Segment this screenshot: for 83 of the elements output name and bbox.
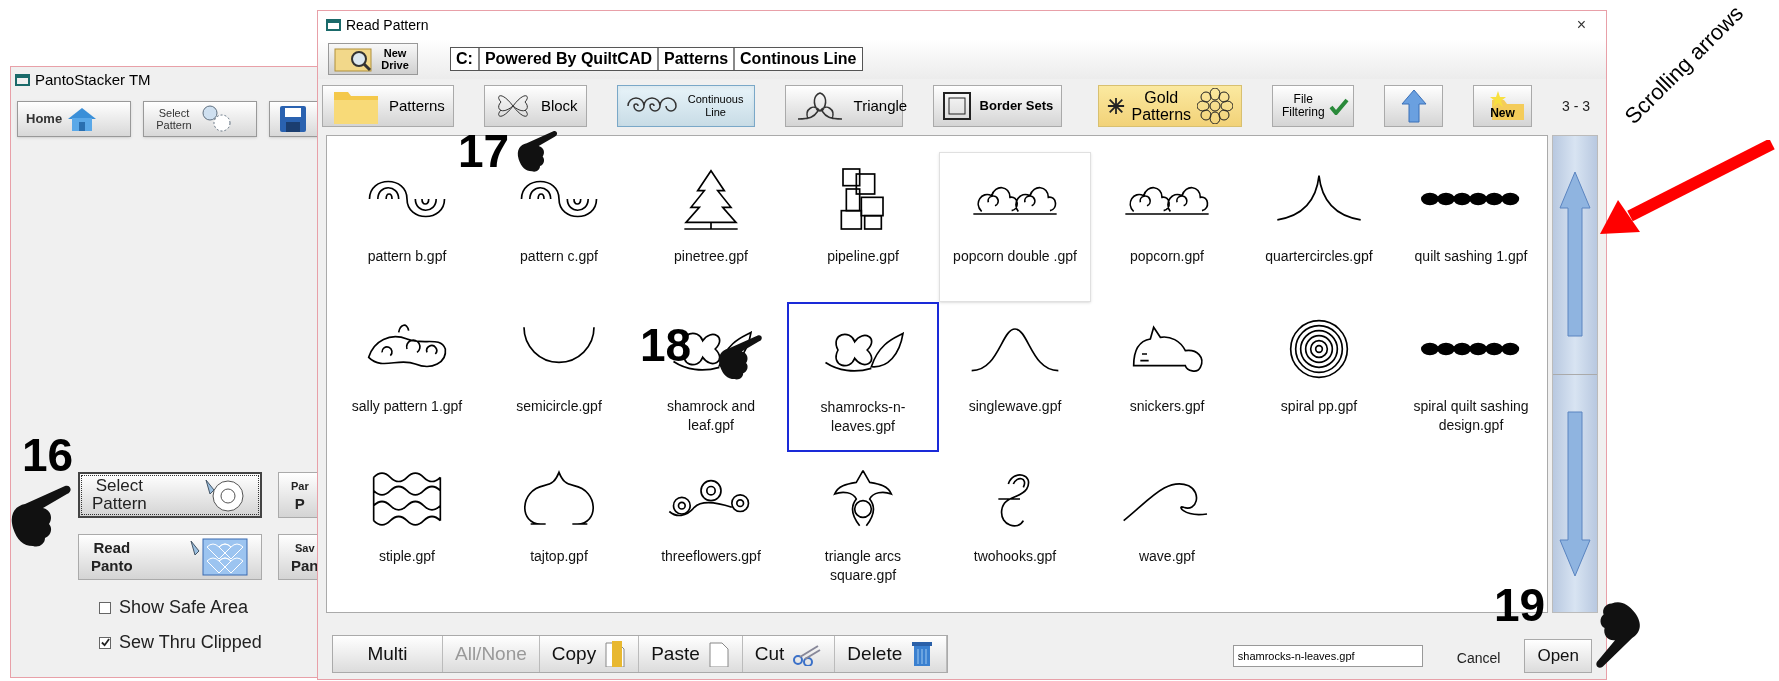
- file-filtering-button[interactable]: File Filtering: [1272, 85, 1355, 127]
- checkmark-icon: [1329, 97, 1350, 115]
- window-title: PantoStacker TM: [35, 69, 151, 90]
- star-icon: [1107, 97, 1126, 115]
- file-name[interactable]: sally pattern 1.gpf: [342, 397, 472, 416]
- file-name[interactable]: spiral pp.gpf: [1254, 397, 1384, 416]
- down-arrow-icon: [1558, 408, 1592, 579]
- action-button[interactable]: Multi: [333, 636, 443, 672]
- checkbox[interactable]: [99, 636, 111, 649]
- category-tab[interactable]: Patterns: [322, 85, 454, 127]
- file-name[interactable]: triangle arcs square.gpf: [798, 547, 928, 585]
- up-folder-button[interactable]: [1384, 85, 1444, 127]
- checkbox[interactable]: [99, 601, 111, 614]
- file-name[interactable]: semicircle.gpf: [494, 397, 624, 416]
- file-name[interactable]: threeflowers.gpf: [646, 547, 776, 566]
- button-label: Read Panto: [91, 539, 133, 575]
- checkbox-label: Sew Thru Clipped: [119, 631, 262, 654]
- flower-outline-icon: [1197, 88, 1234, 124]
- window-icon: [326, 17, 342, 33]
- scissors-icon: [792, 642, 823, 666]
- trash-icon: [910, 640, 935, 668]
- step-number: 16: [22, 432, 74, 478]
- new-folder-icon: [1490, 90, 1527, 122]
- read-pattern-button[interactable]: Read Panto: [78, 534, 262, 580]
- window-icon: [15, 72, 31, 88]
- file-name[interactable]: tajtop.gpf: [494, 547, 624, 566]
- pattern-drawing[interactable]: [1421, 342, 1521, 356]
- home-button[interactable]: Home: [17, 101, 131, 137]
- drive-search-icon: [333, 45, 373, 73]
- dialog-title: Read Pattern: [346, 15, 429, 35]
- action-button[interactable]: Delete: [835, 636, 948, 672]
- file-name[interactable]: quartercircles.gpf: [1254, 247, 1384, 266]
- file-name[interactable]: spiral quilt sashing design.gpf: [1406, 397, 1536, 435]
- close-button[interactable]: ×: [1564, 13, 1598, 37]
- file-name[interactable]: quilt sashing 1.gpf: [1406, 247, 1536, 266]
- path-segment[interactable]: Patterns: [657, 48, 734, 70]
- premium-patterns-button[interactable]: Gold Patterns: [1098, 85, 1243, 127]
- selection-frame[interactable]: shamrocks-n-leaves.gpf: [787, 302, 939, 452]
- category-tab[interactable]: Block: [483, 85, 587, 127]
- page-icon: [707, 641, 730, 667]
- up-arrow-icon: [1558, 169, 1592, 340]
- select-pattern-button[interactable]: Select Pattern: [78, 472, 262, 518]
- file-name[interactable]: stiple.gpf: [342, 547, 472, 566]
- open-button[interactable]: Open: [1524, 639, 1592, 673]
- category-tab[interactable]: Border Sets: [932, 85, 1063, 127]
- file-name[interactable]: shamrocks-n-leaves.gpf: [798, 398, 928, 436]
- cancel-button[interactable]: Cancel: [1440, 643, 1517, 673]
- step-number: 19: [1494, 582, 1546, 628]
- file-name[interactable]: snickers.gpf: [1102, 397, 1232, 416]
- file-name[interactable]: singlewave.gpf: [950, 397, 1080, 416]
- hover-frame[interactable]: popcorn double .gpf: [939, 152, 1091, 302]
- page-icon: [604, 641, 627, 667]
- action-button[interactable]: Cut: [742, 636, 836, 672]
- square-frame-icon: [941, 91, 972, 121]
- new-drive-button[interactable]: New Drive: [328, 43, 418, 75]
- file-name[interactable]: wave.gpf: [1102, 547, 1232, 566]
- file-name[interactable]: popcorn double .gpf: [950, 247, 1080, 266]
- category-tab[interactable]: Continuous Line: [616, 85, 755, 127]
- button-label: Sav Pan: [291, 541, 319, 575]
- action-button[interactable]: Paste: [639, 636, 743, 672]
- button-label: Select Pattern: [92, 477, 147, 513]
- file-name[interactable]: pipeline.gpf: [798, 247, 928, 266]
- hearts-pattern-icon: [189, 537, 249, 577]
- path-segment[interactable]: Continous Line: [733, 48, 862, 70]
- select-button[interactable]: Select Pattern: [143, 101, 257, 137]
- file-name[interactable]: twohooks.gpf: [950, 547, 1080, 566]
- file-name[interactable]: pattern c.gpf: [494, 247, 624, 266]
- filename-field[interactable]: shamrocks-n-leaves.gpf: [1232, 645, 1423, 667]
- path-segment[interactable]: C:: [451, 48, 478, 70]
- check-icon: [100, 638, 110, 647]
- file-name[interactable]: shamrock and leaf.gpf: [646, 397, 776, 435]
- page-indicator: 3 - 3: [1562, 96, 1590, 116]
- file-name[interactable]: pinetree.gpf: [646, 247, 776, 266]
- path-segment[interactable]: Powered By QuiltCAD: [477, 48, 658, 70]
- file-name[interactable]: pattern b.gpf: [342, 247, 472, 266]
- step-number: 17: [458, 128, 510, 174]
- button-label: Par P: [291, 479, 309, 513]
- pattern-drawing[interactable]: [1421, 192, 1521, 206]
- action-button[interactable]: Copy: [539, 636, 640, 672]
- checkbox-label: Show Safe Area: [119, 596, 249, 619]
- file-name[interactable]: popcorn.gpf: [1102, 247, 1232, 266]
- up-arrow-icon: [1399, 88, 1428, 124]
- new-folder-button[interactable]: New: [1473, 85, 1532, 127]
